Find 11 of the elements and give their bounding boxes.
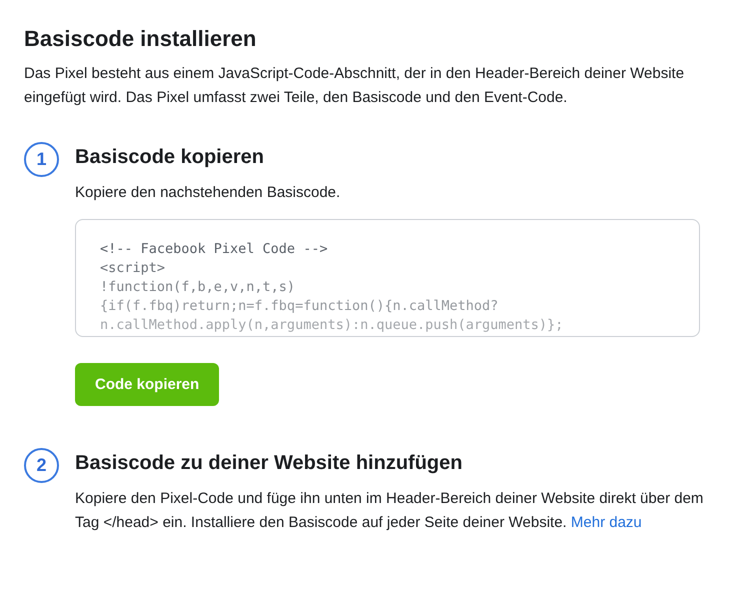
step-description: Kopiere den nachstehenden Basiscode. <box>75 183 342 203</box>
copy-code-button[interactable]: Code kopieren <box>75 363 220 406</box>
step-description: Kopiere den Pixel-Code und füge ihn unten im Header-Bereich deiner Website direkt über dem Tag </head> ein. Installiere den Basiscode auf jeder Seite deiner Website. Mehr dazu <box>75 489 704 533</box>
step-number-badge: 2 <box>24 448 59 483</box>
step-heading: Basiscode zu deiner Website hinzufügen <box>75 452 464 475</box>
section-heading: Basiscode installieren <box>24 26 258 52</box>
learn-more-link[interactable]: Mehr dazu <box>570 514 642 531</box>
step-number-badge: 1 <box>24 142 59 177</box>
step-heading: Basiscode kopieren <box>75 146 265 169</box>
code-snippet-box: <!-- Facebook Pixel Code --> <script> !function(f,b,e,v,n,t,s) {if(f.fbq)return;n=f.fbq=function(){n.callMethod? n.callMethod.apply(n,arguments):n.queue.push(arguments)}; <box>75 219 700 337</box>
intro-paragraph: Das Pixel besteht aus einem JavaScript-Code-Abschnitt, der in den Header-Bereich deiner Website eingefügt wird. Das Pixel umfasst zwei Teile, den Basiscode und den Event-Code. <box>24 64 686 108</box>
